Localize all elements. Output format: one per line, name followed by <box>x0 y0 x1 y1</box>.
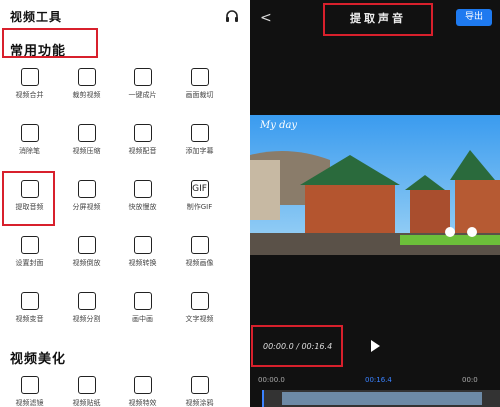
extract-audio-panel: < 提取声音 导出 My day 00:00.0 / 00:16.4 00:00… <box>250 0 500 407</box>
tool-portrait[interactable]: 视频画像 <box>172 230 227 280</box>
beautify-tool[interactable]: 视频滤镜 <box>2 370 57 407</box>
tool-gif[interactable]: GIF 制作GIF <box>172 174 227 224</box>
tool-convert[interactable]: 视频转换 <box>115 230 170 280</box>
speed-icon <box>133 180 152 198</box>
beautify-tool-icon <box>190 376 209 394</box>
tool-label: 视频分割 <box>72 315 101 323</box>
section-title-common: 常用功能 <box>10 44 67 59</box>
beautify-tool-label: 视频贴纸 <box>72 399 101 407</box>
beautify-tool-label: 视频滤镜 <box>15 399 44 407</box>
tool-cover[interactable]: 设置封面 <box>2 230 57 280</box>
extract-audio-icon <box>20 180 39 198</box>
tools-panel: 视频工具 常用功能 视频合并 裁剪视频 一键成片 画面裁切消除笔 视频压缩 视频配音 添加字… <box>0 0 250 407</box>
beautify-tool-icon <box>20 376 39 394</box>
play-icon[interactable] <box>371 340 380 352</box>
dub-icon <box>133 124 152 142</box>
tool-eraser[interactable]: 消除笔 <box>2 118 57 168</box>
tool-reverse[interactable]: 视频倒放 <box>59 230 114 280</box>
tool-label: 视频画像 <box>185 259 214 267</box>
tool-voice-change[interactable]: 视频变音 <box>2 286 57 336</box>
tool-label: 制作GIF <box>186 203 213 211</box>
cover-icon <box>20 236 39 254</box>
tool-label: 快放慢放 <box>128 203 157 211</box>
tool-label: 裁剪视频 <box>72 91 101 99</box>
tool-subtitle[interactable]: 添加字幕 <box>172 118 227 168</box>
tool-label: 视频合并 <box>15 91 44 99</box>
tool-oneclick[interactable]: 一键成片 <box>115 62 170 112</box>
timeline-strip[interactable] <box>262 390 500 407</box>
subtitle-icon <box>190 124 209 142</box>
beautify-tool-icon <box>77 376 96 394</box>
timeline-start: 00:00.0 <box>258 376 285 384</box>
clip-thumbnail <box>282 392 482 405</box>
timeline-end: 00:0 <box>462 376 478 384</box>
oneclick-icon <box>133 68 152 86</box>
tool-compress[interactable]: 视频压缩 <box>59 118 114 168</box>
gif-icon: GIF <box>190 180 209 198</box>
beautify-tool[interactable]: 视频特效 <box>115 370 170 407</box>
tool-label: 添加字幕 <box>185 147 214 155</box>
beautify-tool[interactable]: 视频涂鸦 <box>172 370 227 407</box>
tool-trim[interactable]: 画面裁切 <box>172 62 227 112</box>
voice-change-icon <box>20 292 39 310</box>
beautify-tool[interactable]: 视频贴纸 <box>59 370 114 407</box>
tool-label: 分屏视频 <box>72 203 101 211</box>
tool-extract-audio[interactable]: 提取音频 <box>2 174 57 224</box>
eraser-icon <box>20 124 39 142</box>
beautify-tool-label: 视频特效 <box>128 399 157 407</box>
tool-label: 文字视频 <box>185 315 214 323</box>
video-overlay-text: My day <box>260 120 298 131</box>
tool-label: 提取音频 <box>15 203 44 211</box>
back-icon[interactable]: < <box>260 10 272 26</box>
tools-header: 视频工具 <box>0 0 250 32</box>
beautify-tool-icon <box>133 376 152 394</box>
headphones-icon[interactable] <box>224 8 240 24</box>
time-display: 00:00.0 / 00:16.4 <box>263 342 333 351</box>
portrait-icon <box>190 236 209 254</box>
beautify-tool-label: 视频涂鸦 <box>185 399 214 407</box>
crop-icon <box>77 68 96 86</box>
reverse-icon <box>77 236 96 254</box>
tool-label: 画中画 <box>132 315 153 323</box>
tool-label: 视频压缩 <box>72 147 101 155</box>
tool-label: 一键成片 <box>128 91 157 99</box>
pip-icon <box>133 292 152 310</box>
playhead[interactable] <box>262 390 264 407</box>
tool-label: 设置封面 <box>15 259 44 267</box>
tool-text-video[interactable]: 文字视频 <box>172 286 227 336</box>
tool-merge[interactable]: 视频合并 <box>2 62 57 112</box>
tool-split[interactable]: 视频分割 <box>59 286 114 336</box>
page-title: 视频工具 <box>10 10 63 24</box>
tool-label: 消除笔 <box>19 147 40 155</box>
trim-icon <box>190 68 209 86</box>
tool-speed[interactable]: 快放慢放 <box>115 174 170 224</box>
compress-icon <box>77 124 96 142</box>
tool-label: 视频配音 <box>128 147 157 155</box>
screen-title: 提取声音 <box>350 12 406 25</box>
tool-label: 视频转换 <box>128 259 157 267</box>
tool-crop[interactable]: 裁剪视频 <box>59 62 114 112</box>
merge-icon <box>20 68 39 86</box>
tool-label: 视频变音 <box>15 315 44 323</box>
video-preview[interactable]: My day <box>250 115 500 255</box>
tool-pip[interactable]: 画中画 <box>115 286 170 336</box>
tool-label: 画面裁切 <box>185 91 214 99</box>
split-screen-icon <box>77 180 96 198</box>
export-button[interactable]: 导出 <box>456 9 492 26</box>
timeline-mid: 00:16.4 <box>365 376 392 384</box>
section-title-beautify: 视频美化 <box>10 352 67 367</box>
tool-dub[interactable]: 视频配音 <box>115 118 170 168</box>
tool-label: 视频倒放 <box>72 259 101 267</box>
text-video-icon <box>190 292 209 310</box>
tool-split-screen[interactable]: 分屏视频 <box>59 174 114 224</box>
convert-icon <box>133 236 152 254</box>
split-icon <box>77 292 96 310</box>
